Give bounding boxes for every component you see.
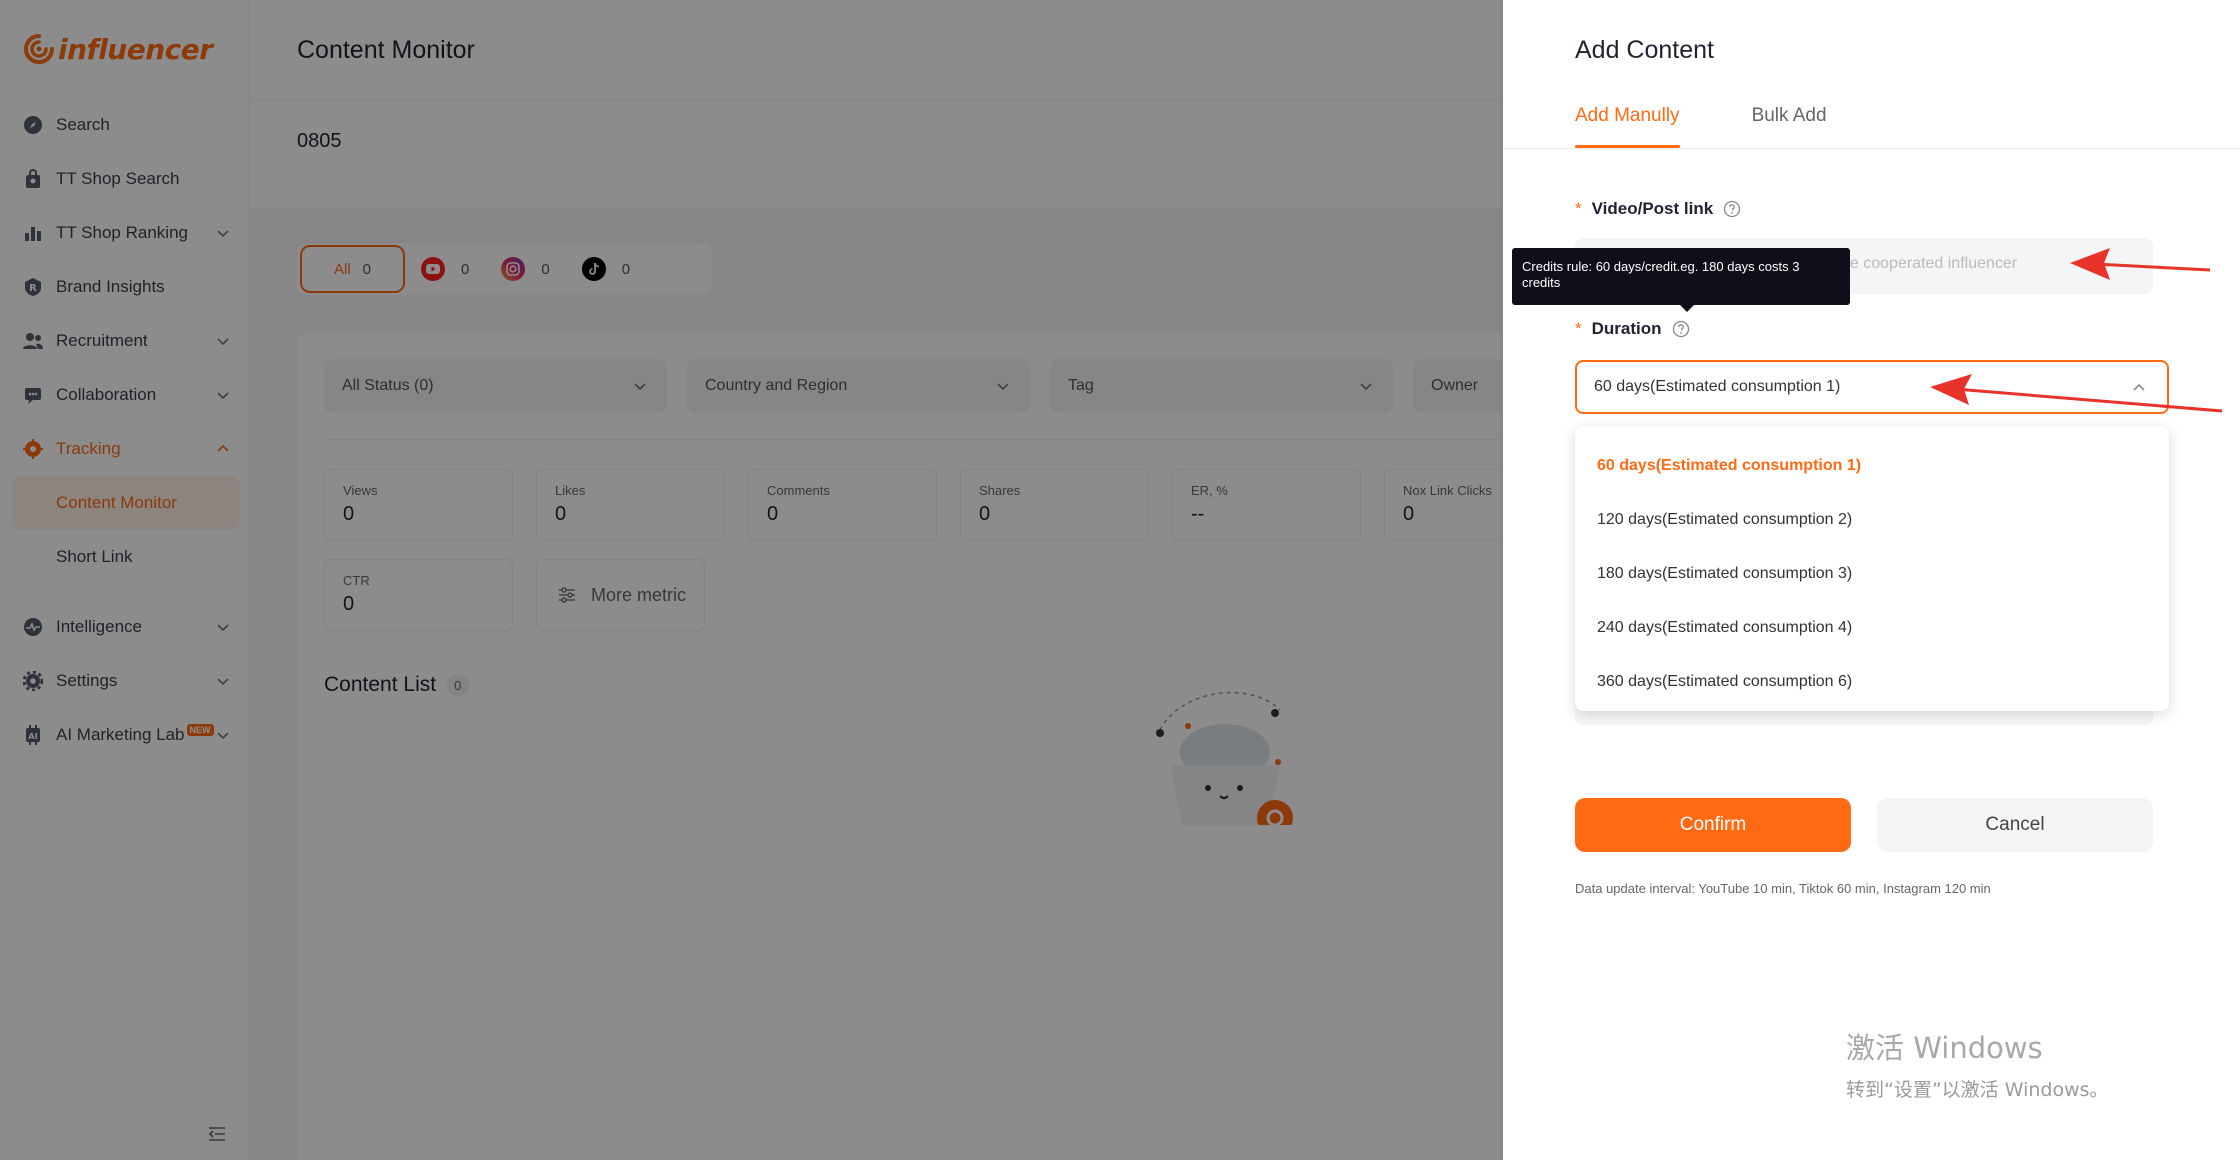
help-icon[interactable] <box>1723 200 1741 218</box>
watermark-line-2: 转到“设置”以激活 Windows。 <box>1846 1079 2109 1101</box>
add-content-drawer: Add Content Add Manully Bulk Add * Video… <box>1503 0 2240 1160</box>
duration-label: * Duration <box>1575 319 1690 339</box>
credits-tooltip: Credits rule: 60 days/credit.eg. 180 day… <box>1512 248 1850 312</box>
data-update-note: Data update interval: YouTube 10 min, Ti… <box>1575 881 1991 896</box>
modal-overlay[interactable] <box>0 0 1503 1160</box>
duration-option[interactable]: 180 days(Estimated consumption 3) <box>1575 547 2169 601</box>
tabs-divider <box>1503 148 2240 149</box>
duration-option[interactable]: 240 days(Estimated consumption 4) <box>1575 601 2169 655</box>
duration-option[interactable]: 120 days(Estimated consumption 2) <box>1575 493 2169 547</box>
tab-bulk-add[interactable]: Bulk Add <box>1752 105 1827 148</box>
drawer-tabs: Add Manully Bulk Add <box>1575 105 1827 148</box>
video-link-placeholder: he cooperated influencer <box>1841 255 2018 272</box>
duration-option[interactable]: 360 days(Estimated consumption 6) <box>1575 655 2169 709</box>
watermark-line-1: 激活 Windows <box>1846 1031 2043 1065</box>
video-link-label: * Video/Post link <box>1575 199 1741 219</box>
duration-select[interactable]: 60 days(Estimated consumption 1) <box>1575 360 2169 414</box>
help-icon[interactable] <box>1672 320 1690 338</box>
windows-activation-watermark: 激活 Windows 转到“设置”以激活 Windows。 <box>1846 1025 2109 1102</box>
field-label-text: Duration <box>1591 319 1662 338</box>
duration-option[interactable]: 60 days(Estimated consumption 1) <box>1575 439 2169 493</box>
confirm-button[interactable]: Confirm <box>1575 798 1851 852</box>
field-label-text: Video/Post link <box>1591 199 1714 218</box>
duration-selected-value: 60 days(Estimated consumption 1) <box>1594 378 1841 395</box>
chevron-up-icon <box>2133 383 2145 391</box>
cancel-button[interactable]: Cancel <box>1877 798 2153 852</box>
required-mark: * <box>1575 199 1582 218</box>
duration-dropdown: 60 days(Estimated consumption 1) 120 day… <box>1575 426 2169 711</box>
required-mark: * <box>1575 319 1582 338</box>
tab-add-manually[interactable]: Add Manully <box>1575 105 1680 148</box>
drawer-title: Add Content <box>1575 36 1714 64</box>
